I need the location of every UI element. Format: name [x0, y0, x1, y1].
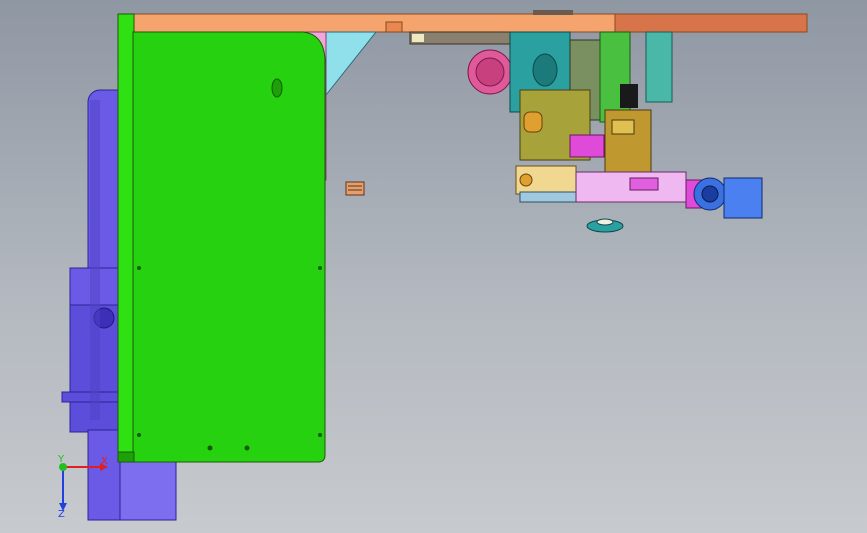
magenta-clamp: [569, 134, 605, 158]
top-beam-left: [132, 13, 616, 33]
beam-top-block: [533, 10, 573, 15]
plate-hole: [207, 445, 213, 451]
arm-insert: [629, 177, 659, 191]
pink-gear-hub: [475, 57, 505, 87]
washer-center: [596, 218, 614, 226]
black-switch: [620, 84, 638, 108]
x-axis-label: X: [101, 456, 108, 467]
cream-bolt: [519, 173, 533, 187]
yellow-inset: [611, 119, 635, 135]
plate-foot: [117, 451, 135, 463]
main-green-plate[interactable]: [117, 13, 326, 463]
top-beam[interactable]: [132, 10, 808, 33]
plate-hole: [318, 266, 322, 270]
blue-plate: [519, 191, 581, 203]
plate-face: [132, 31, 326, 463]
plate-edge: [117, 13, 135, 463]
plate-hole: [244, 445, 250, 451]
blue-actuator-core: [701, 185, 719, 203]
plate-hole: [137, 266, 141, 270]
top-beam-right: [614, 13, 808, 33]
motor-shade: [90, 100, 100, 420]
small-coupling: [345, 181, 365, 196]
bolt-head: [523, 111, 543, 133]
plate-hole: [318, 433, 322, 437]
bracket-right: [325, 31, 378, 97]
teal-bore: [532, 53, 558, 87]
beam-bolt: [385, 21, 403, 33]
plate-slot: [271, 78, 283, 98]
green-slide: [599, 31, 631, 123]
cyan-cylinder: [645, 31, 673, 103]
gripper-mechanism[interactable]: [409, 31, 763, 233]
blue-motor: [723, 177, 763, 219]
plate-hole: [137, 433, 141, 437]
cad-viewport[interactable]: X Y Z: [0, 0, 867, 533]
rail-end: [412, 34, 424, 42]
z-axis-label: Z: [58, 509, 65, 520]
y-axis-label: Y: [57, 454, 65, 465]
rail: [409, 31, 521, 45]
yellow-block: [604, 109, 652, 173]
cad-model-scene[interactable]: X Y Z: [0, 0, 867, 533]
